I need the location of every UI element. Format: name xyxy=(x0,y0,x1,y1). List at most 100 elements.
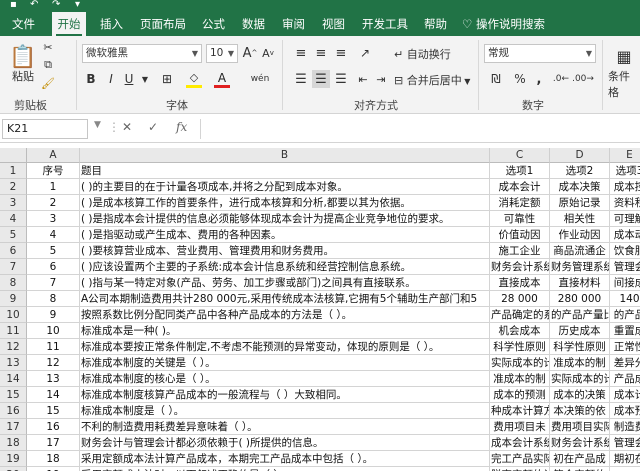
cell-a[interactable]: 19 xyxy=(27,467,80,471)
row-header[interactable]: 4 xyxy=(0,211,27,227)
cell-c[interactable]: 可靠性 xyxy=(490,211,550,227)
wrap-text-button[interactable]: ↵ 自动换行 xyxy=(394,46,451,62)
merge-center-button[interactable]: ⊟ 合并后居中 ▼ xyxy=(394,72,470,88)
cell-b[interactable]: 标准成本制度是（ ）。 xyxy=(80,403,490,419)
cell-c[interactable]: 财务会计系统 xyxy=(490,259,550,275)
conditional-format-button[interactable]: 条件格 xyxy=(608,68,640,100)
undo-icon[interactable]: ↶ xyxy=(30,0,38,10)
comma-button[interactable]: , xyxy=(532,70,546,88)
cell-d[interactable]: 280 000 xyxy=(550,291,610,307)
column-header-d[interactable]: D xyxy=(550,148,610,163)
cell-c[interactable]: 28 000 xyxy=(490,291,550,307)
align-center-icon[interactable]: ☰ xyxy=(312,70,330,88)
name-box-dropdown-icon[interactable]: ▼ xyxy=(94,120,101,130)
cell-e[interactable]: 140 xyxy=(610,291,640,307)
font-color-icon[interactable]: A xyxy=(214,70,230,88)
cell-a[interactable]: 11 xyxy=(27,339,80,355)
cell-d[interactable]: 符合定额的 xyxy=(550,467,610,471)
cell-e[interactable]: 饮食服 xyxy=(610,243,640,259)
cell-e[interactable]: 正常性 xyxy=(610,339,640,355)
tab-data[interactable]: 数据 xyxy=(240,12,267,36)
cell-b[interactable]: 按照系数比例分配同类产品中各种产品成本的方法是（ ）。 xyxy=(80,307,490,323)
cell-a[interactable]: 5 xyxy=(27,243,80,259)
cell-d[interactable]: 科学性原则 xyxy=(550,339,610,355)
cell-d[interactable]: 直接材料 xyxy=(550,275,610,291)
cut-icon[interactable]: ✂ xyxy=(40,39,56,55)
row-header[interactable]: 18 xyxy=(0,435,27,451)
cell-e[interactable]: 选项3 xyxy=(610,163,640,179)
cell-d[interactable]: 的产品产量比 xyxy=(550,307,610,323)
cell-b[interactable]: 不利的制造费用耗费差异意味着（ ）。 xyxy=(80,419,490,435)
cell-c[interactable]: 准成本的制 xyxy=(490,371,550,387)
cell-d[interactable]: 本决策的依 xyxy=(550,403,610,419)
cell-a[interactable]: 3 xyxy=(27,211,80,227)
paste-button[interactable]: 粘贴 xyxy=(12,68,34,84)
redo-icon[interactable]: ↷ xyxy=(52,0,60,10)
row-header[interactable]: 2 xyxy=(0,179,27,195)
copy-icon[interactable]: ⧉ xyxy=(40,57,56,73)
row-header[interactable]: 19 xyxy=(0,451,27,467)
currency-icon[interactable]: ₪ xyxy=(486,70,506,88)
tab-review[interactable]: 审阅 xyxy=(280,12,307,36)
cell-d[interactable]: 成本决策 xyxy=(550,179,610,195)
cell-e[interactable]: 产品成 xyxy=(610,371,640,387)
cell-c[interactable]: 完工产品实际 xyxy=(490,451,550,467)
cell-b[interactable]: 标准成本要按正常条件制定,不考虑不能预测的异常变动，体现的原则是（ ）。 xyxy=(80,339,490,355)
cell-d[interactable]: 费用项目实际 xyxy=(550,419,610,435)
align-bottom-icon[interactable]: ≡ xyxy=(332,44,350,62)
cell-a[interactable]: 4 xyxy=(27,227,80,243)
cell-a[interactable]: 8 xyxy=(27,291,80,307)
cell-c[interactable]: 脱离定额的计 xyxy=(490,467,550,471)
orientation-icon[interactable]: ↗ xyxy=(356,44,374,62)
cell-c[interactable]: 选项1 xyxy=(490,163,550,179)
cell-e[interactable]: 成本预 xyxy=(610,403,640,419)
cell-e[interactable] xyxy=(610,467,640,471)
cell-d[interactable]: 财务会计系统 xyxy=(550,435,610,451)
cell-c[interactable]: 机会成本 xyxy=(490,323,550,339)
percent-button[interactable]: % xyxy=(512,70,528,88)
tab-home[interactable]: 开始 xyxy=(52,12,86,36)
conditional-format-icon[interactable]: ▦ xyxy=(612,44,636,68)
row-header[interactable]: 6 xyxy=(0,243,27,259)
save-icon[interactable]: ▪ xyxy=(10,0,17,10)
cell-e[interactable]: 成本控 xyxy=(610,179,640,195)
cell-d[interactable]: 成本的决策 xyxy=(550,387,610,403)
row-header[interactable]: 10 xyxy=(0,307,27,323)
cell-c[interactable]: 成本的预测 xyxy=(490,387,550,403)
bold-button[interactable]: B xyxy=(83,70,99,88)
cell-e[interactable]: 期初在 xyxy=(610,451,640,467)
align-right-icon[interactable]: ☰ xyxy=(332,70,350,88)
increase-font-icon[interactable]: A ^ xyxy=(242,44,258,62)
underline-button[interactable]: U xyxy=(121,70,137,88)
name-box[interactable]: K21 xyxy=(2,119,88,139)
borders-icon[interactable]: ⊞ xyxy=(156,70,178,88)
fill-color-icon[interactable]: ◇ xyxy=(186,70,202,88)
cell-e[interactable]: 重置成 xyxy=(610,323,640,339)
cell-a[interactable]: 16 xyxy=(27,419,80,435)
cell-c[interactable]: 产品确定的系数 xyxy=(490,307,550,323)
cell-b[interactable]: ( )是成本核算工作的首要条件，进行成本核算和分析,都要以其为依据。 xyxy=(80,195,490,211)
cell-c[interactable]: 成本会计系统 xyxy=(490,435,550,451)
insert-function-icon[interactable]: fx xyxy=(176,120,187,134)
cell-a[interactable]: 14 xyxy=(27,387,80,403)
number-format-select[interactable]: 常规 ▼ xyxy=(484,44,596,63)
cell-b[interactable]: 标准成本制度的核心是（ ）。 xyxy=(80,371,490,387)
cell-d[interactable]: 作业动因 xyxy=(550,227,610,243)
cell-b[interactable]: 采用定额成本法时，以下叙述正确的是（ ）。 xyxy=(80,467,490,471)
row-header[interactable]: 7 xyxy=(0,259,27,275)
customize-icon[interactable]: ▾ xyxy=(75,0,80,10)
row-header[interactable]: 15 xyxy=(0,387,27,403)
phonetic-guide-icon[interactable]: wén xyxy=(250,70,270,88)
cell-b[interactable]: 题目 xyxy=(80,163,490,179)
select-all-button[interactable] xyxy=(0,148,27,163)
cell-b[interactable]: 采用定额成本法计算产品成本，本期完工产品成本中包括（ ）。 xyxy=(80,451,490,467)
cell-e[interactable]: 制造费 xyxy=(610,419,640,435)
column-header-e[interactable]: E xyxy=(610,148,640,163)
cell-e[interactable]: 资料积 xyxy=(610,195,640,211)
row-header[interactable]: 5 xyxy=(0,227,27,243)
align-left-icon[interactable]: ☰ xyxy=(292,70,310,88)
row-header[interactable]: 8 xyxy=(0,275,27,291)
cell-a[interactable]: 13 xyxy=(27,371,80,387)
row-header[interactable]: 14 xyxy=(0,371,27,387)
cell-e[interactable]: 管理会 xyxy=(610,435,640,451)
